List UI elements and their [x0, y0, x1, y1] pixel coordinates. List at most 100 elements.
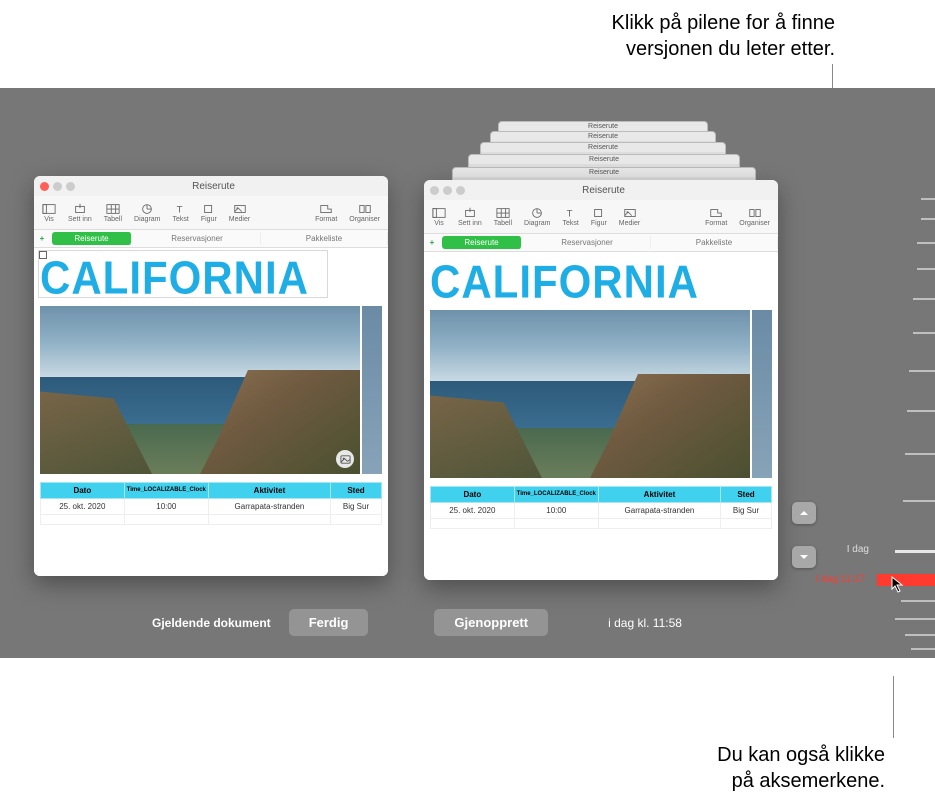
svg-text:T: T [566, 208, 572, 219]
timeline-tick[interactable] [905, 634, 935, 636]
th-sted: Sted [331, 483, 382, 499]
table-row: 25. okt. 2020 10:00 Garrapata-stranden B… [431, 503, 772, 519]
callout-bottom-line1: Du kan også klikke [717, 742, 885, 768]
data-table[interactable]: Dato Time_LOCALIZABLE_Clock Aktivitet St… [40, 482, 382, 525]
restore-button[interactable]: Gjenopprett [434, 609, 548, 636]
table-header-row: Dato Time_LOCALIZABLE_Clock Aktivitet St… [431, 487, 772, 503]
add-sheet-button[interactable]: + [34, 234, 50, 243]
toolbar-organiser[interactable]: Organiser [345, 201, 384, 225]
document-body: CALIFORNIA Dato Time_LOCALIZABLE_Clock [34, 248, 388, 576]
time-machine-stage: Reiserute Reiserute Reiserute Reiserute … [0, 88, 935, 658]
close-dot-icon [430, 186, 439, 195]
window-title: Reiserute [75, 181, 352, 192]
photo-main[interactable] [40, 306, 360, 474]
timeline-tick[interactable] [913, 332, 935, 334]
version-down-arrow[interactable] [792, 546, 816, 568]
timeline-tick[interactable] [905, 453, 935, 455]
timeline-tick[interactable] [903, 500, 935, 502]
sheet-tabs: + Reiserute Reservasjoner Pakkeliste [424, 234, 778, 252]
tab-pakkeliste[interactable]: Pakkeliste [651, 236, 778, 249]
th-sted: Sted [721, 487, 772, 503]
cursor-icon [891, 576, 905, 594]
timeline-tick[interactable] [895, 618, 935, 620]
photo-main [430, 310, 750, 478]
add-sheet-button[interactable]: + [424, 238, 440, 247]
data-table: Dato Time_LOCALIZABLE_Clock Aktivitet St… [430, 486, 772, 529]
timeline-tick-current[interactable] [877, 574, 935, 586]
toolbar-medier[interactable]: Medier [615, 205, 644, 229]
callout-bottom: Du kan også klikke på aksemerkene. [717, 742, 885, 794]
done-button[interactable]: Ferdig [289, 609, 369, 636]
traffic-lights [430, 186, 465, 195]
tab-reservasjoner[interactable]: Reservasjoner [134, 232, 261, 245]
toolbar: Vis Sett inn Tabell Diagram TTekst Figur… [424, 200, 778, 234]
titlebar: Reiserute [424, 180, 778, 200]
current-document-label: Gjeldende dokument [152, 616, 271, 630]
toolbar-settinn[interactable]: Sett inn [454, 205, 486, 229]
close-dot-icon[interactable] [40, 182, 49, 191]
tab-reiserute[interactable]: Reiserute [52, 232, 132, 245]
toolbar-organiser[interactable]: Organiser [735, 205, 774, 229]
timeline-tick[interactable] [911, 648, 935, 650]
timeline-tick[interactable] [909, 370, 935, 372]
leader-line-bottom [893, 676, 894, 738]
image-badge-icon[interactable] [336, 450, 354, 468]
timeline-tick[interactable] [921, 198, 935, 200]
footer: Gjeldende dokument Ferdig Gjenopprett i … [34, 609, 935, 636]
toolbar-format[interactable]: Format [311, 201, 341, 225]
document-window-current[interactable]: Reiserute Vis Sett inn Tabell Diagram TT… [34, 176, 388, 576]
photo-side [752, 310, 772, 478]
table-row [431, 519, 772, 529]
toolbar-figur[interactable]: Figur [197, 201, 221, 225]
callout-top-line1: Klikk på pilene for å finne [612, 10, 835, 36]
tab-reiserute[interactable]: Reiserute [442, 236, 522, 249]
sheet-tabs: + Reiserute Reservasjoner Pakkeliste [34, 230, 388, 248]
toolbar-tekst[interactable]: TTekst [559, 205, 583, 229]
th-dato: Dato [431, 487, 515, 503]
table-row[interactable] [41, 515, 382, 525]
svg-text:T: T [176, 204, 182, 215]
timeline-label-current: I dag 11:17 [816, 574, 865, 585]
zoom-dot-icon [456, 186, 465, 195]
timeline-tick-today[interactable] [895, 550, 935, 553]
th-aktivitet: Aktivitet [598, 487, 720, 503]
window-title: Reiserute [465, 185, 742, 196]
titlebar: Reiserute [34, 176, 388, 196]
toolbar-diagram[interactable]: Diagram [130, 201, 164, 225]
timeline-tick[interactable] [917, 268, 935, 270]
toolbar-medier[interactable]: Medier [225, 201, 254, 225]
toolbar-tabell[interactable]: Tabell [100, 201, 126, 225]
minimize-dot-icon [443, 186, 452, 195]
toolbar-settinn[interactable]: Sett inn [64, 201, 96, 225]
toolbar-format[interactable]: Format [701, 205, 731, 229]
timeline-tick[interactable] [901, 600, 935, 602]
callout-top: Klikk på pilene for å finne versjonen du… [612, 10, 835, 62]
toolbar-tekst[interactable]: TTekst [169, 201, 193, 225]
toolbar: Vis Sett inn Tabell Diagram TTekst Figur… [34, 196, 388, 230]
zoom-dot-icon[interactable] [66, 182, 75, 191]
th-dato: Dato [41, 483, 125, 499]
timeline-tick[interactable] [921, 218, 935, 220]
document-heading: CALIFORNIA [430, 256, 772, 309]
toolbar-figur[interactable]: Figur [587, 205, 611, 229]
timeline-tick[interactable] [907, 410, 935, 412]
callout-top-line2: versjonen du leter etter. [612, 36, 835, 62]
document-heading[interactable]: CALIFORNIA [40, 252, 382, 305]
timeline-tick[interactable] [917, 242, 935, 244]
timeline-label-today: I dag [847, 544, 869, 555]
toolbar-diagram[interactable]: Diagram [520, 205, 554, 229]
photo-side [362, 306, 382, 474]
minimize-dot-icon[interactable] [53, 182, 62, 191]
tab-pakkeliste[interactable]: Pakkeliste [261, 232, 388, 245]
toolbar-tabell[interactable]: Tabell [490, 205, 516, 229]
table-row[interactable]: 25. okt. 2020 10:00 Garrapata-stranden B… [41, 499, 382, 515]
tab-reservasjoner[interactable]: Reservasjoner [524, 236, 651, 249]
toolbar-vis[interactable]: Vis [428, 205, 450, 229]
toolbar-vis[interactable]: Vis [38, 201, 60, 225]
document-window-version[interactable]: Reiserute Vis Sett inn Tabell Diagram TT… [424, 180, 778, 580]
th-time: Time_LOCALIZABLE_Clock [124, 483, 208, 499]
photo-row [430, 310, 772, 478]
timeline-tick[interactable] [913, 298, 935, 300]
version-up-arrow[interactable] [792, 502, 816, 524]
table-header-row: Dato Time_LOCALIZABLE_Clock Aktivitet St… [41, 483, 382, 499]
